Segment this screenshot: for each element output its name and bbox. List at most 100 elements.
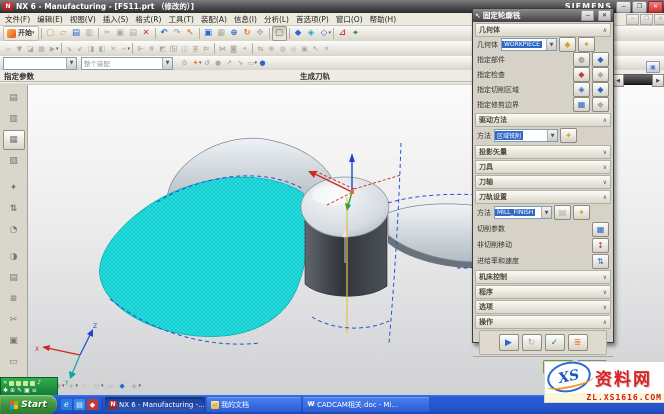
create-method-button[interactable]: [36, 43, 47, 54]
display-trim-button[interactable]: [592, 97, 609, 112]
undo-button[interactable]: [158, 27, 171, 40]
copy-button[interactable]: [114, 27, 127, 40]
menu-format[interactable]: 格式(R): [135, 14, 161, 25]
selection-filter-combo[interactable]: [3, 57, 77, 70]
pan-button[interactable]: [254, 27, 267, 40]
solid-tool-button[interactable]: [299, 43, 310, 54]
menu-view[interactable]: 视图(V): [70, 14, 96, 25]
create-geometry-button[interactable]: [25, 43, 36, 54]
drive-method-combo[interactable]: 区域铣削: [494, 129, 558, 142]
ball-display-button[interactable]: [257, 58, 268, 69]
combo-arrow-icon[interactable]: [547, 130, 557, 141]
operation-list-button[interactable]: [190, 43, 201, 54]
geometry-combo[interactable]: WORKPIECE: [501, 38, 557, 51]
badge-zoom-icon[interactable]: [10, 388, 15, 394]
roles-tab[interactable]: [3, 331, 25, 351]
snap-dropdown-icon[interactable]: [139, 383, 142, 389]
snap-face-icon[interactable]: [117, 381, 128, 392]
shaded-style-button[interactable]: [292, 27, 305, 40]
menu-file[interactable]: 文件(F): [5, 14, 30, 25]
rotate-view-button[interactable]: [241, 27, 254, 40]
verify-toolpath-button[interactable]: [86, 43, 97, 54]
ie-icon[interactable]: e: [61, 399, 72, 410]
horizontal-scrollbar[interactable]: [612, 74, 664, 85]
select-check-button[interactable]: [573, 67, 590, 82]
list-toolpath-button[interactable]: [97, 43, 108, 54]
select-part-button[interactable]: [573, 52, 590, 67]
postprocess-button[interactable]: [135, 43, 146, 54]
feeds-button[interactable]: [592, 254, 609, 269]
display-part-button[interactable]: [592, 52, 609, 67]
assembly-navigator-tab[interactable]: [3, 88, 25, 108]
program-section-header[interactable]: 程序: [475, 285, 611, 299]
geometry-section-header[interactable]: 几何体: [475, 23, 611, 37]
close-button[interactable]: [648, 1, 663, 13]
menu-window[interactable]: 窗口(O): [336, 14, 363, 25]
menu-help[interactable]: 帮助(H): [370, 14, 397, 25]
create-dropdown-icon[interactable]: [56, 46, 59, 52]
menu-tools[interactable]: 工具(T): [168, 14, 193, 25]
badge-tool-icon[interactable]: [3, 388, 8, 394]
combo-arrow-icon[interactable]: [541, 207, 551, 218]
scrollbar-thumb[interactable]: [624, 74, 652, 85]
scroll-right-button[interactable]: [652, 74, 664, 87]
new-button[interactable]: [44, 27, 57, 40]
combo-arrow-icon[interactable]: [66, 58, 76, 69]
tool-section-header[interactable]: 刀具: [475, 160, 611, 174]
start-button[interactable]: Start: [0, 395, 57, 414]
redo-button[interactable]: [171, 27, 184, 40]
selection-arrow-button[interactable]: [310, 43, 321, 54]
show-desktop-icon[interactable]: [74, 399, 85, 410]
reuse-library-tab[interactable]: [3, 199, 25, 219]
machining-wizards-tab[interactable]: [3, 178, 25, 198]
edit-geometry-button[interactable]: [559, 37, 576, 52]
constraint-navigator-tab[interactable]: [3, 109, 25, 129]
deselect-all-button[interactable]: [202, 58, 213, 69]
replay-button[interactable]: [522, 334, 542, 351]
taskbar-task-documents[interactable]: ▱ 我的文档: [207, 397, 301, 412]
cutting-params-button[interactable]: [592, 222, 609, 237]
white-background-button[interactable]: [272, 26, 287, 41]
palettes-tab[interactable]: [3, 268, 25, 288]
projection-vector-section-header[interactable]: 投影矢量: [475, 145, 611, 159]
zoom-window-button[interactable]: [215, 27, 228, 40]
web-browser-tab[interactable]: [3, 220, 25, 240]
tool-display-button[interactable]: [201, 43, 212, 54]
clear-selection-button[interactable]: [321, 43, 332, 54]
select-cut-area-button[interactable]: [573, 82, 590, 97]
transform-button[interactable]: [239, 43, 250, 54]
create-program-button[interactable]: [3, 43, 14, 54]
menu-assemblies[interactable]: 装配(A): [201, 14, 227, 25]
new-geometry-button[interactable]: [578, 37, 595, 52]
region-button[interactable]: [228, 43, 239, 54]
toolpath-dropdown-icon[interactable]: [128, 46, 131, 52]
process-studio-tab[interactable]: [3, 310, 25, 330]
dialog-minimize-button[interactable]: [581, 10, 594, 21]
cut-button[interactable]: [101, 27, 114, 40]
combo-arrow-icon[interactable]: [162, 58, 172, 69]
workpiece-button[interactable]: [179, 43, 190, 54]
restore-button[interactable]: [632, 1, 647, 13]
replay-toolpath-button[interactable]: [75, 43, 86, 54]
history-tab[interactable]: [3, 247, 25, 267]
taskbar-task-nx[interactable]: N NX 6 - Manufacturing -...: [105, 397, 205, 412]
fit-view-button[interactable]: [202, 27, 215, 40]
recorder-overlay-badge[interactable]: [0, 377, 58, 397]
machine-control-section-header[interactable]: 机床控制: [475, 270, 611, 284]
badge-screen-icon[interactable]: [24, 388, 30, 394]
menu-insert[interactable]: 插入(S): [103, 14, 129, 25]
docked-window-icon[interactable]: [646, 61, 660, 73]
display-check-button[interactable]: [592, 67, 609, 82]
badge-pen-icon[interactable]: [17, 388, 22, 394]
media-player-icon[interactable]: [87, 399, 98, 410]
options-section-header[interactable]: 选项: [475, 300, 611, 314]
verify-button[interactable]: [545, 334, 565, 351]
minimize-button[interactable]: [616, 1, 631, 13]
snap-midpoint-icon[interactable]: [105, 381, 116, 392]
non-cutting-button[interactable]: [592, 238, 609, 253]
shaded-edges-style-button[interactable]: [305, 27, 318, 40]
list-button[interactable]: [568, 334, 588, 351]
add-button[interactable]: [266, 43, 277, 54]
paste-button[interactable]: [127, 27, 140, 40]
sphere-tool-button[interactable]: [277, 43, 288, 54]
